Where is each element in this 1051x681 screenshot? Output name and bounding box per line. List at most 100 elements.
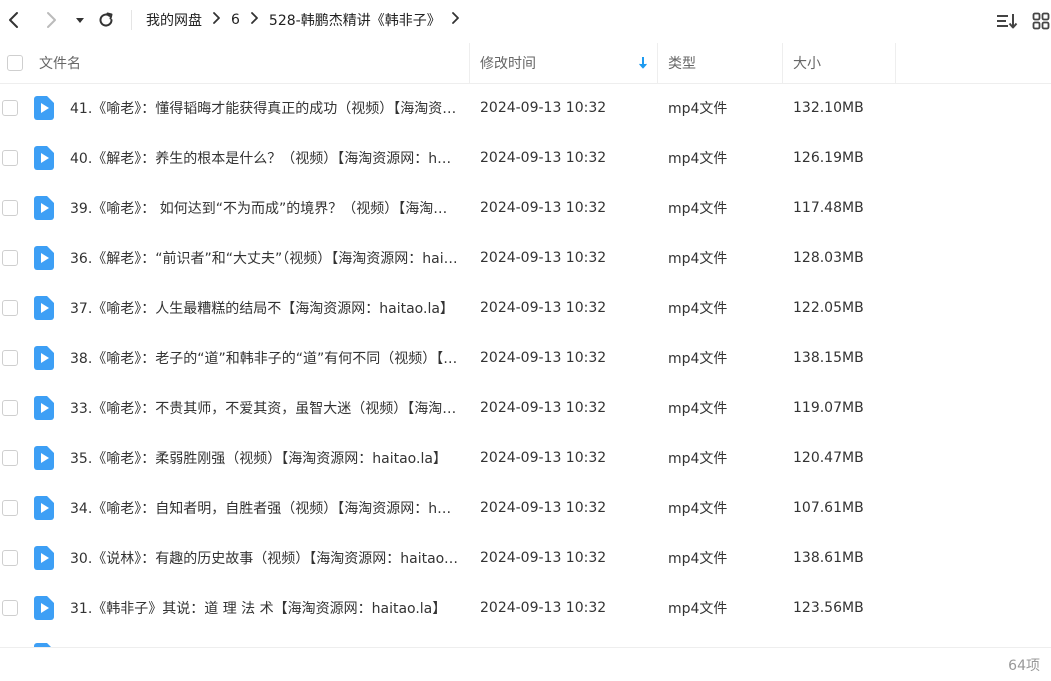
file-row[interactable]: 41.《喻老》：懂得韬晦才能获得真正的成功（视频）【海淘资源网：haitao.l…	[0, 83, 1051, 133]
file-modified: 2024-09-13 10:32	[480, 600, 607, 616]
file-row[interactable]: 40.《解老》：养生的根本是什么？（视频）【海淘资源网：haitao.la】 2…	[0, 133, 1051, 183]
row-checkbox[interactable]	[2, 500, 18, 516]
file-name[interactable]: 30.《说林》：有趣的历史故事（视频）【海淘资源网：haitao.la】	[70, 533, 458, 583]
file-name[interactable]: 41.《喻老》：懂得韬晦才能获得真正的成功（视频）【海淘资源网：haitao.l…	[70, 83, 458, 133]
grid-view-icon	[1032, 12, 1050, 30]
toolbar-divider	[131, 10, 132, 30]
file-name[interactable]: 39.《喻老》： 如何达到“不为而成”的境界？（视频）【海淘资源网：haitao…	[70, 183, 458, 233]
video-file-icon	[34, 296, 54, 320]
file-name-text[interactable]: 39.《喻老》： 如何达到“不为而成”的境界？（视频）【海淘资源网：haitao…	[70, 198, 458, 218]
file-modified: 2024-09-13 10:32	[480, 150, 607, 166]
file-name[interactable]: 40.《解老》：养生的根本是什么？（视频）【海淘资源网：haitao.la】	[70, 133, 458, 183]
file-row[interactable]: 34.《喻老》：自知者明，自胜者强（视频）【海淘资源网：haitao.la】 2…	[0, 483, 1051, 533]
file-name-text[interactable]: 34.《喻老》：自知者明，自胜者强（视频）【海淘资源网：haitao.la】	[70, 498, 458, 518]
file-name-text[interactable]: 35.《喻老》：柔弱胜刚强（视频）【海淘资源网：haitao.la】	[70, 448, 458, 468]
column-header-name[interactable]: 文件名	[39, 43, 81, 83]
file-modified: 2024-09-13 10:32	[480, 350, 607, 366]
file-row[interactable]: 35.《喻老》：柔弱胜刚强（视频）【海淘资源网：haitao.la】 2024-…	[0, 433, 1051, 483]
file-type: mp4文件	[668, 101, 728, 117]
file-name-text[interactable]: 30.《说林》：有趣的历史故事（视频）【海淘资源网：haitao.la】	[70, 548, 458, 568]
file-row[interactable]: 38.《喻老》：老子的“道”和韩非子的“道”有何不同（视频）【海淘资源网：hai…	[0, 333, 1051, 383]
video-file-icon	[34, 496, 54, 520]
file-row[interactable]: 36.《解老》：“前识者”和“大丈夫”（视频）【海淘资源网：haitao.la】…	[0, 233, 1051, 283]
column-header-size[interactable]: 大小	[793, 43, 821, 83]
file-name-text[interactable]: 33.《喻老》：不贵其师，不爱其资，虽智大迷（视频）【海淘资源网：haitao.…	[70, 398, 458, 418]
file-name-text[interactable]: 31.《韩非子》其说：道 理 法 术【海淘资源网：haitao.la】	[70, 598, 458, 618]
row-checkbox[interactable]	[2, 400, 18, 416]
breadcrumb-item-current[interactable]: 528-韩鹏杰精讲《韩非子》	[269, 10, 441, 30]
column-header-modified[interactable]: 修改时间	[480, 43, 536, 83]
select-all-checkbox[interactable]	[7, 55, 23, 71]
file-size: 126.19MB	[793, 150, 864, 166]
chevron-left-icon	[9, 12, 18, 28]
file-row[interactable]: 37.《喻老》：人生最糟糕的结局不【海淘资源网：haitao.la】 2024-…	[0, 283, 1051, 333]
file-type: mp4文件	[668, 551, 728, 567]
sort-desc-icon[interactable]	[638, 43, 648, 83]
column-divider	[782, 43, 783, 83]
file-type: mp4文件	[668, 501, 728, 517]
file-size: 138.15MB	[793, 350, 864, 366]
history-dropdown-button[interactable]	[68, 8, 92, 32]
row-checkbox[interactable]	[2, 550, 18, 566]
row-checkbox[interactable]	[2, 200, 18, 216]
file-row[interactable]: 30.《说林》：有趣的历史故事（视频）【海淘资源网：haitao.la】 202…	[0, 533, 1051, 583]
row-checkbox[interactable]	[2, 150, 18, 166]
file-name-text[interactable]: 40.《解老》：养生的根本是什么？（视频）【海淘资源网：haitao.la】	[70, 148, 458, 168]
file-modified: 2024-09-13 10:32	[480, 300, 607, 316]
file-type: mp4文件	[668, 401, 728, 417]
breadcrumb: 我的网盘 6 528-韩鹏杰精讲《韩非子》	[146, 0, 470, 40]
file-type: mp4文件	[668, 351, 728, 367]
breadcrumb-item-root[interactable]: 我的网盘	[146, 10, 202, 30]
file-modified: 2024-09-13 10:32	[480, 200, 607, 216]
row-checkbox[interactable]	[2, 100, 18, 116]
file-name[interactable]: 34.《喻老》：自知者明，自胜者强（视频）【海淘资源网：haitao.la】	[70, 483, 458, 533]
list-header: 文件名 修改时间 类型 大小	[0, 43, 1051, 84]
caret-down-icon	[76, 18, 84, 23]
video-file-icon	[34, 146, 54, 170]
row-checkbox[interactable]	[2, 250, 18, 266]
column-header-type[interactable]: 类型	[668, 43, 696, 83]
file-name[interactable]: 37.《喻老》：人生最糟糕的结局不【海淘资源网：haitao.la】	[70, 283, 458, 333]
back-button[interactable]	[2, 8, 26, 32]
file-name[interactable]: 35.《喻老》：柔弱胜刚强（视频）【海淘资源网：haitao.la】	[70, 433, 458, 483]
video-file-icon	[34, 546, 54, 570]
file-name[interactable]: 36.《解老》：“前识者”和“大丈夫”（视频）【海淘资源网：haitao.la】	[70, 233, 458, 283]
video-file-icon	[34, 246, 54, 270]
row-checkbox[interactable]	[2, 350, 18, 366]
file-type: mp4文件	[668, 451, 728, 467]
file-browser: 我的网盘 6 528-韩鹏杰精讲《韩非子》 文件名 修改时间 类型 大小 41.…	[0, 0, 1051, 681]
chevron-right-icon	[47, 12, 56, 28]
video-file-icon	[34, 446, 54, 470]
file-name-text[interactable]: 38.《喻老》：老子的“道”和韩非子的“道”有何不同（视频）【海淘资源网：hai…	[70, 348, 458, 368]
file-row[interactable]: 33.《喻老》：不贵其师，不爱其资，虽智大迷（视频）【海淘资源网：haitao.…	[0, 383, 1051, 433]
video-file-icon	[34, 346, 54, 370]
row-checkbox[interactable]	[2, 300, 18, 316]
file-size: 128.03MB	[793, 250, 864, 266]
file-name-text[interactable]: 37.《喻老》：人生最糟糕的结局不【海淘资源网：haitao.la】	[70, 298, 458, 318]
grid-view-button[interactable]	[1029, 9, 1051, 33]
file-row[interactable]: 31.《韩非子》其说：道 理 法 术【海淘资源网：haitao.la】 2024…	[0, 583, 1051, 633]
sort-button[interactable]	[995, 9, 1019, 33]
row-checkbox[interactable]	[2, 450, 18, 466]
file-size: 119.07MB	[793, 400, 864, 416]
file-name-text[interactable]: 36.《解老》：“前识者”和“大丈夫”（视频）【海淘资源网：haitao.la】	[70, 248, 458, 268]
file-name-text[interactable]: 41.《喻老》：懂得韬晦才能获得真正的成功（视频）【海淘资源网：haitao.l…	[70, 98, 458, 118]
chevron-right-icon	[250, 12, 259, 28]
row-checkbox[interactable]	[2, 600, 18, 616]
file-name[interactable]: 33.《喻老》：不贵其师，不爱其资，虽智大迷（视频）【海淘资源网：haitao.…	[70, 383, 458, 433]
refresh-button[interactable]	[94, 8, 118, 32]
file-name[interactable]: 38.《喻老》：老子的“道”和韩非子的“道”有何不同（视频）【海淘资源网：hai…	[70, 333, 458, 383]
column-divider	[895, 43, 896, 83]
file-modified: 2024-09-13 10:32	[480, 550, 607, 566]
file-modified: 2024-09-13 10:32	[480, 450, 607, 466]
chevron-right-icon[interactable]	[451, 12, 460, 28]
file-name[interactable]: 31.《韩非子》其说：道 理 法 术【海淘资源网：haitao.la】	[70, 583, 458, 633]
file-row[interactable]: 39.《喻老》： 如何达到“不为而成”的境界？（视频）【海淘资源网：haitao…	[0, 183, 1051, 233]
video-file-icon	[34, 596, 54, 620]
status-bar: 64项	[0, 647, 1051, 681]
file-modified: 2024-09-13 10:32	[480, 500, 607, 516]
file-size: 138.61MB	[793, 550, 864, 566]
forward-button[interactable]	[39, 8, 63, 32]
file-list: 41.《喻老》：懂得韬晦才能获得真正的成功（视频）【海淘资源网：haitao.l…	[0, 83, 1051, 647]
breadcrumb-item-6[interactable]: 6	[231, 12, 240, 28]
